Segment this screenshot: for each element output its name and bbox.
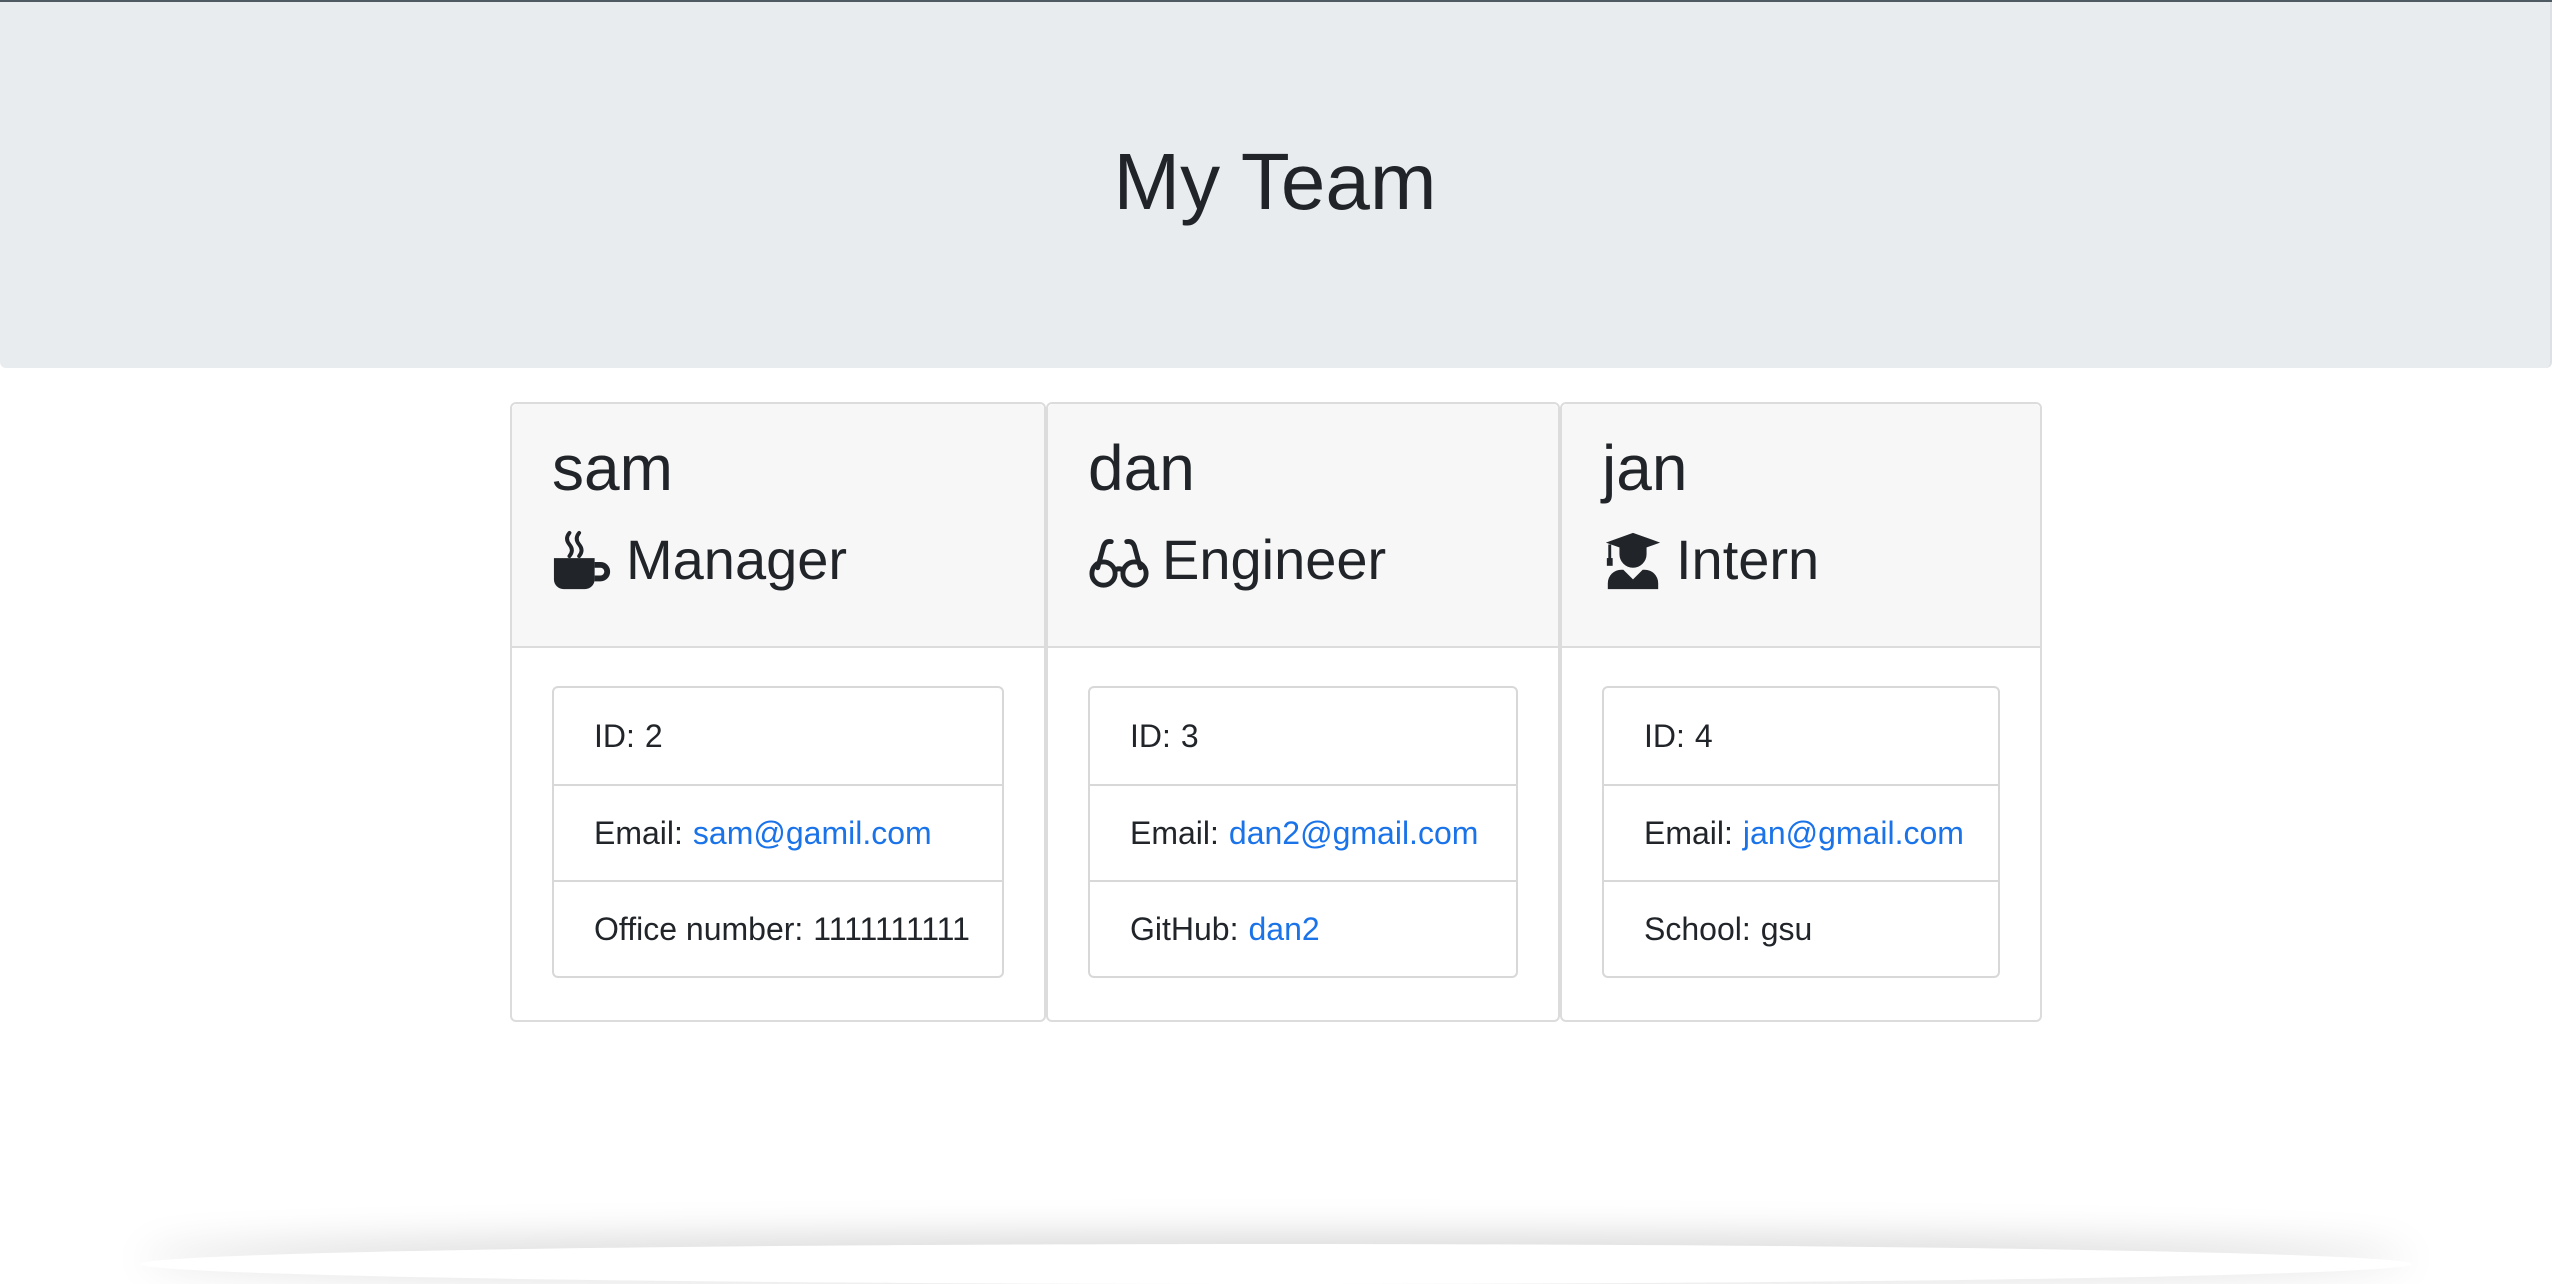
- employee-role: Engineer: [1088, 526, 1386, 594]
- graduate-icon: [1602, 529, 1664, 591]
- employee-role: Intern: [1602, 526, 1819, 594]
- email-link[interactable]: jan@gmail.com: [1743, 815, 1964, 852]
- list-item-office-number: Office number: 1111111111: [554, 880, 1002, 976]
- employee-name: dan: [1088, 430, 1195, 506]
- email-link[interactable]: dan2@gmail.com: [1229, 815, 1478, 852]
- card-header: jan Intern: [1562, 404, 2040, 648]
- employee-details: ID: 3 Email: dan2@gmail.com GitHub: dan2: [1088, 686, 1518, 978]
- role-label: Intern: [1676, 526, 1819, 594]
- id-value: 2: [645, 718, 663, 755]
- list-item-github: GitHub: dan2: [1090, 880, 1516, 976]
- card-header: dan Engineer: [1048, 404, 1558, 648]
- employee-role: Manager: [552, 526, 847, 594]
- mug-icon: [552, 529, 614, 591]
- office-number-value: 1111111111: [813, 911, 970, 948]
- id-label: ID:: [1130, 718, 1171, 755]
- list-item-id: ID: 2: [554, 688, 1002, 784]
- id-label: ID:: [1644, 718, 1685, 755]
- employee-details: ID: 4 Email: jan@gmail.com School: gsu: [1602, 686, 2000, 978]
- employee-card-manager: sam Manager ID: 2 Email: sam@gamil.com O…: [510, 402, 1046, 1022]
- role-label: Manager: [626, 526, 847, 594]
- employee-name: jan: [1602, 430, 1687, 506]
- id-label: ID:: [594, 718, 635, 755]
- id-value: 4: [1695, 718, 1713, 755]
- page-title: My Team: [0, 134, 2550, 230]
- role-label: Engineer: [1162, 526, 1386, 594]
- school-label: School:: [1644, 911, 1751, 948]
- email-label: Email:: [594, 815, 683, 852]
- employee-name: sam: [552, 430, 673, 506]
- list-item-id: ID: 3: [1090, 688, 1516, 784]
- employee-card-intern: jan Intern ID: 4 Email: jan@gmail.com: [1560, 402, 2042, 1022]
- email-link[interactable]: sam@gamil.com: [693, 815, 932, 852]
- list-item-id: ID: 4: [1604, 688, 1998, 784]
- page-header: My Team: [0, 2, 2552, 368]
- school-value: gsu: [1761, 911, 1813, 948]
- office-number-label: Office number:: [594, 911, 803, 948]
- employee-details: ID: 2 Email: sam@gamil.com Office number…: [552, 686, 1004, 978]
- glasses-icon: [1088, 529, 1150, 591]
- email-label: Email:: [1130, 815, 1219, 852]
- github-label: GitHub:: [1130, 911, 1238, 948]
- list-item-email: Email: dan2@gmail.com: [1090, 784, 1516, 880]
- bottom-shadow: [140, 1244, 2412, 1284]
- employee-card-engineer: dan Engineer ID: 3 Email: dan2@gmail.com: [1046, 402, 1560, 1022]
- id-value: 3: [1181, 718, 1199, 755]
- list-item-email: Email: sam@gamil.com: [554, 784, 1002, 880]
- card-header: sam Manager: [512, 404, 1044, 648]
- email-label: Email:: [1644, 815, 1733, 852]
- list-item-email: Email: jan@gmail.com: [1604, 784, 1998, 880]
- list-item-school: School: gsu: [1604, 880, 1998, 976]
- github-link[interactable]: dan2: [1248, 911, 1319, 948]
